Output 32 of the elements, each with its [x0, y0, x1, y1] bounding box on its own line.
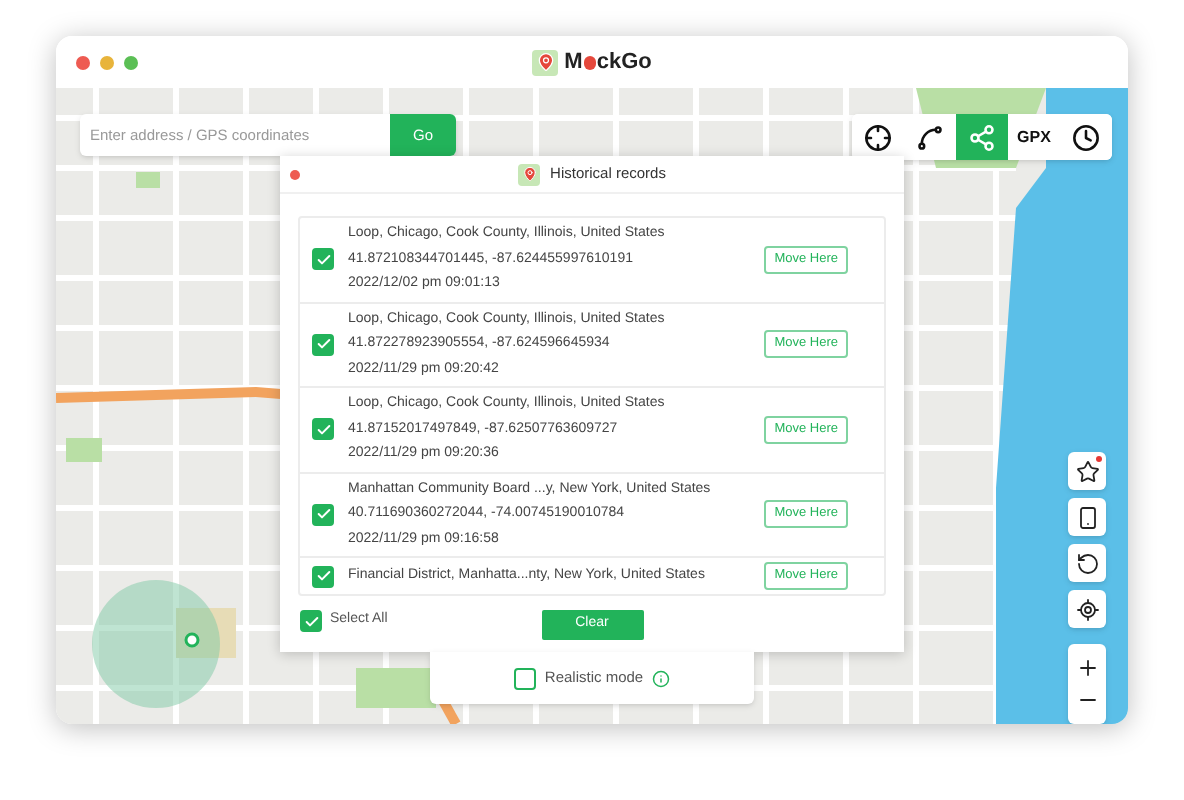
app-title: M ckGo — [564, 47, 652, 78]
gpx-button[interactable]: GPX — [1008, 114, 1060, 160]
record-checkbox[interactable] — [312, 418, 334, 441]
locate-icon — [1075, 597, 1099, 621]
record-checkbox[interactable] — [312, 248, 334, 271]
locate-button[interactable] — [1068, 590, 1106, 628]
close-window-button[interactable] — [76, 56, 90, 70]
zoom-in-icon[interactable] — [1075, 656, 1099, 680]
maximize-window-button[interactable] — [124, 56, 138, 70]
select-all-checkbox[interactable] — [300, 610, 322, 632]
rotate-button[interactable] — [1068, 544, 1106, 582]
close-dialog-button[interactable] — [290, 170, 300, 180]
record-checkbox[interactable] — [312, 565, 334, 587]
minimize-window-button[interactable] — [100, 56, 114, 70]
crosshair-button[interactable] — [852, 114, 904, 160]
logo-icon — [532, 49, 559, 75]
realistic-mode-checkbox[interactable] — [514, 667, 537, 689]
favorites-button[interactable] — [1068, 452, 1106, 490]
record-checkbox[interactable] — [312, 333, 334, 356]
phone-icon — [1075, 505, 1099, 529]
route-icon — [916, 123, 944, 151]
rotate-icon — [1075, 551, 1099, 575]
info-icon[interactable] — [651, 669, 670, 687]
star-icon — [1075, 459, 1099, 483]
device-button[interactable] — [1068, 498, 1106, 536]
record-checkbox[interactable] — [312, 503, 334, 526]
share-icon — [968, 123, 996, 151]
crosshair-icon — [864, 123, 892, 151]
clock-icon — [1072, 123, 1100, 151]
logo-icon — [518, 163, 541, 185]
route-button[interactable] — [904, 114, 956, 160]
clock-button[interactable] — [1060, 114, 1112, 160]
